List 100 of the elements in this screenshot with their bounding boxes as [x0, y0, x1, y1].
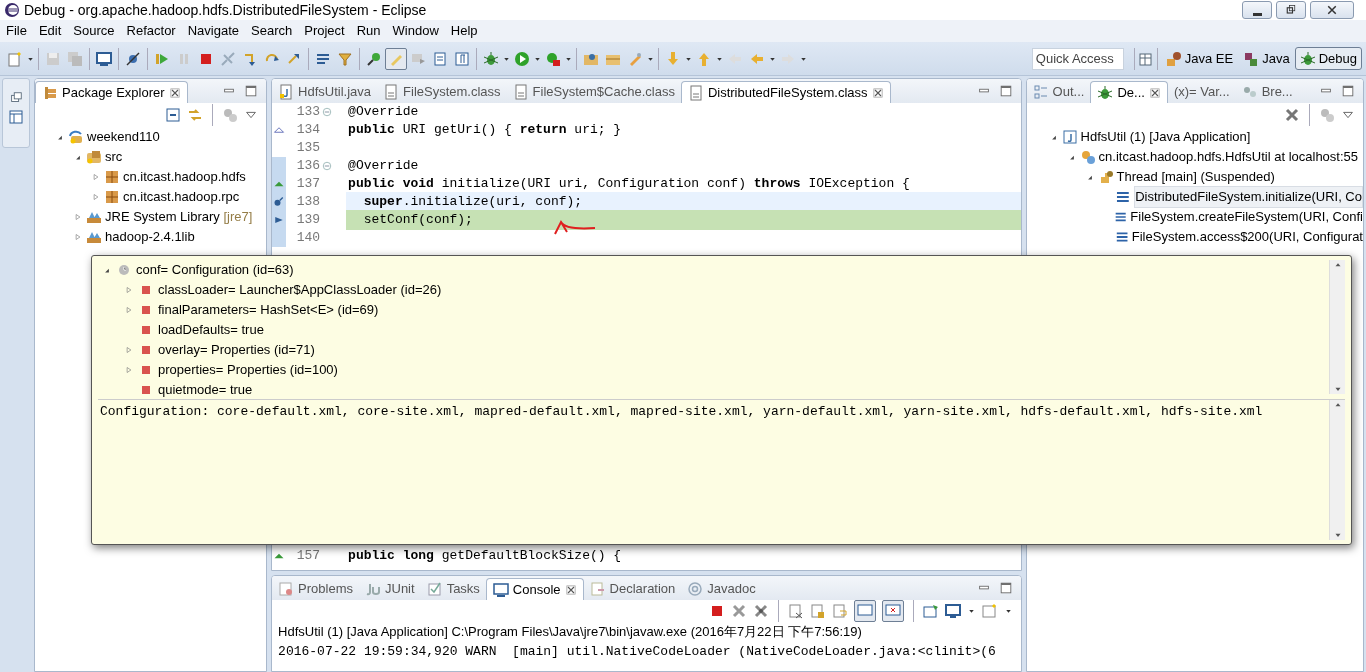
menu-item[interactable]: Refactor — [120, 20, 182, 42]
view-tab[interactable]: FileSystem.class — [377, 81, 507, 103]
scrollbar[interactable] — [1329, 260, 1345, 394]
tree-item[interactable]: DistributedFileSystem.initialize(URI, Co — [1134, 186, 1363, 208]
at-sign-icon — [687, 581, 704, 597]
tasks-icon — [426, 581, 443, 597]
value-detail-text: Configuration: core-default.xml, core-site.xml, mapred-default.xml, mapred-site.xml, yarn-default.xml, yarn-site.xml, hdfs-default.xml, hdfs-site.xml — [99, 403, 1264, 421]
tree-item[interactable]: hadoop-2.4.1lib — [105, 227, 195, 247]
process-icon — [1079, 149, 1096, 165]
menu-item[interactable]: Help — [444, 20, 484, 42]
filter-icon[interactable] — [337, 50, 353, 67]
tree-item[interactable]: JRE System Library [jre7] — [105, 207, 253, 227]
tree-item[interactable]: FileSystem.createFileSystem(URI, Confi — [1130, 207, 1363, 227]
maximize-icon[interactable] — [1341, 84, 1355, 98]
tree-item[interactable]: src — [105, 147, 123, 167]
window-title: Debug - org.apache.hadoop.hdfs.DistributedFileSystem - Eclipse — [24, 1, 427, 20]
run-external-icon[interactable] — [545, 50, 561, 67]
menu-item[interactable]: Search — [245, 20, 299, 42]
view-tab[interactable]: Tasks — [420, 578, 486, 600]
view-tab[interactable]: Javadoc — [681, 578, 762, 600]
close-icon[interactable] — [564, 583, 577, 596]
view-icon[interactable] — [8, 109, 24, 125]
maximize-icon[interactable] — [998, 84, 1013, 98]
view-tab[interactable]: FileSystem$Cache.class — [506, 81, 681, 103]
class-file-icon — [383, 84, 400, 100]
maximize-icon[interactable] — [998, 581, 1013, 595]
close-icon[interactable] — [1148, 86, 1161, 99]
perspective-button[interactable]: Java EE — [1160, 46, 1239, 71]
view-tab[interactable]: Bre... — [1235, 81, 1299, 103]
variable-item[interactable]: overlay= Properties (id=71) — [158, 340, 315, 360]
remove-launch-icon[interactable] — [730, 603, 747, 619]
maximize-icon[interactable] — [244, 84, 259, 98]
view-tab[interactable]: HdfsUtil.java — [272, 81, 378, 103]
tree-item[interactable]: cn.itcast.hadoop.rpc — [123, 187, 240, 207]
menu-item[interactable]: Source — [67, 20, 121, 42]
show-on-error-icon[interactable] — [884, 603, 901, 619]
perspective-button[interactable]: Debug — [1294, 46, 1362, 71]
view-tab[interactable]: (x)= Var... — [1167, 81, 1236, 103]
open-perspective-icon[interactable] — [1137, 50, 1154, 67]
scrollbar[interactable] — [1329, 400, 1345, 540]
restore-icon[interactable] — [9, 91, 23, 105]
bug-icon[interactable] — [483, 50, 499, 67]
tree-item[interactable]: weekend110 — [87, 127, 160, 147]
remove-all-icon[interactable] — [752, 603, 769, 619]
menu-item[interactable]: Project — [298, 20, 351, 42]
variable-item[interactable]: quietmode= true — [158, 380, 253, 400]
view-tab[interactable]: Out... — [1026, 81, 1091, 103]
menu-item[interactable]: Navigate — [181, 20, 245, 42]
class-file-icon — [512, 84, 529, 100]
line-number: 157 — [295, 547, 321, 566]
variable-item[interactable]: classLoader= Launcher$AppClassLoader (id=26) — [158, 280, 442, 300]
show-on-output-icon[interactable] — [856, 603, 873, 619]
menu-item[interactable]: Edit — [32, 20, 68, 42]
code-line: @Override — [347, 157, 420, 176]
source-folder-icon — [86, 149, 102, 165]
view-tab[interactable]: Declaration — [583, 578, 682, 600]
close-glyph-icon — [1326, 4, 1338, 16]
remove-terminated-icon[interactable] — [1284, 107, 1300, 123]
view-tab[interactable]: Package Explorer — [35, 81, 188, 103]
local-variable-icon — [116, 262, 132, 278]
clear-console-icon[interactable] — [787, 603, 804, 619]
quick-access-field[interactable]: Quick Access — [1031, 47, 1124, 70]
close-icon[interactable] — [168, 86, 181, 99]
code-line: public URI getUri() { return uri; } — [347, 121, 623, 140]
menu-item[interactable]: Run — [350, 20, 387, 42]
process-label: HdfsUtil (1) [Java Application] C:\Program Files\Java\jre7\bin\javaw.exe (2016年7月22日 下午7:56:19) — [277, 623, 863, 641]
variable-item[interactable]: properties= Properties (id=100) — [158, 360, 338, 380]
application-icon — [1061, 129, 1078, 145]
scroll-lock-icon[interactable] — [809, 603, 826, 619]
maximize-button[interactable] — [1276, 1, 1306, 19]
tree-item[interactable]: FileSystem.access$200(URI, Configurat — [1131, 227, 1363, 247]
view-tab[interactable]: JUnit — [359, 578, 421, 600]
collapse-all-icon[interactable] — [165, 107, 182, 123]
tree-item[interactable]: Thread [main] (Suspended) — [1116, 167, 1275, 187]
view-tab[interactable]: De... — [1090, 81, 1168, 103]
monitor-icon[interactable] — [96, 50, 112, 67]
stack-frame-icon[interactable] — [1115, 189, 1132, 205]
view-tab[interactable]: Console — [485, 578, 584, 600]
magnifier-icon[interactable] — [366, 50, 382, 67]
link-icon[interactable] — [187, 107, 204, 123]
display-console-icon[interactable] — [944, 603, 961, 619]
block-icon[interactable] — [432, 50, 448, 67]
close-button[interactable] — [1310, 1, 1354, 19]
tree-item[interactable]: HdfsUtil (1) [Java Application] — [1080, 127, 1251, 147]
menu-item[interactable]: File — [0, 20, 33, 42]
skip-breakpoints-icon[interactable] — [125, 50, 141, 67]
close-icon[interactable] — [871, 86, 884, 99]
variable-item[interactable]: conf= Configuration (id=63) — [136, 260, 294, 280]
package-icon — [104, 189, 120, 205]
tree-item[interactable]: cn.itcast.hadoop.hdfs — [123, 167, 246, 187]
variable-item[interactable]: finalParameters= HashSet<E> (id=69) — [158, 300, 379, 320]
perspective-button[interactable]: Java — [1238, 46, 1295, 71]
variable-item[interactable]: loadDefaults= true — [158, 320, 264, 340]
menu-item[interactable]: Window — [386, 20, 445, 42]
javaee-icon — [1165, 50, 1182, 67]
tree-item[interactable]: cn.itcast.hadoop.hdfs.HdfsUtil at localhost:55 — [1098, 147, 1359, 167]
view-tab[interactable]: DistributedFileSystem.class — [680, 81, 891, 103]
pin-console-icon[interactable] — [922, 603, 939, 619]
view-tab[interactable]: Problems — [272, 578, 359, 600]
minimize-button[interactable] — [1242, 1, 1272, 19]
